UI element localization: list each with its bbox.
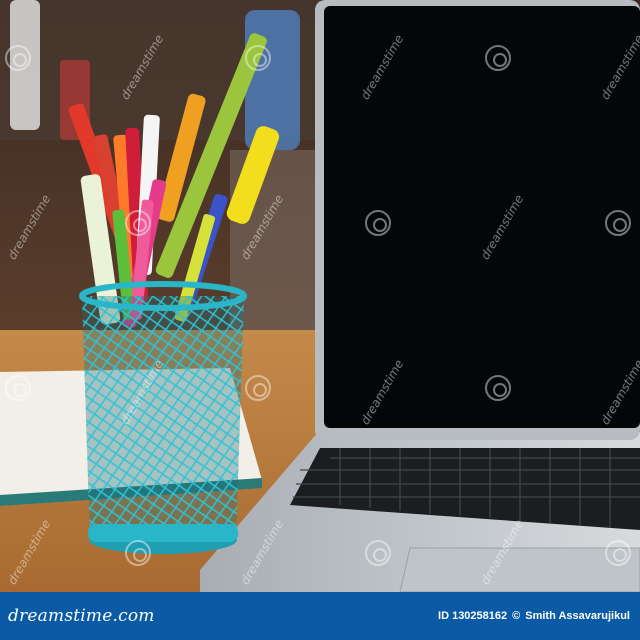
bottle-white bbox=[10, 0, 40, 130]
pen-holder bbox=[79, 281, 247, 554]
laptop-screen bbox=[324, 6, 640, 428]
footer-bar: dreamstime.com ID 130258162 © Smith Assa… bbox=[0, 592, 640, 640]
copyright-icon: © bbox=[512, 610, 521, 622]
image-id: ID 130258162 bbox=[438, 610, 508, 622]
photo-scene bbox=[0, 0, 640, 592]
brand-logo: dreamstime.com bbox=[8, 606, 155, 626]
image-credit: ID 130258162 © Smith Assavarujikul bbox=[438, 610, 630, 622]
stock-photo: dreamstime dreamstime dreamstime dreamst… bbox=[0, 0, 640, 592]
author-name: Smith Assavarujikul bbox=[525, 610, 630, 622]
trackpad bbox=[399, 547, 640, 592]
